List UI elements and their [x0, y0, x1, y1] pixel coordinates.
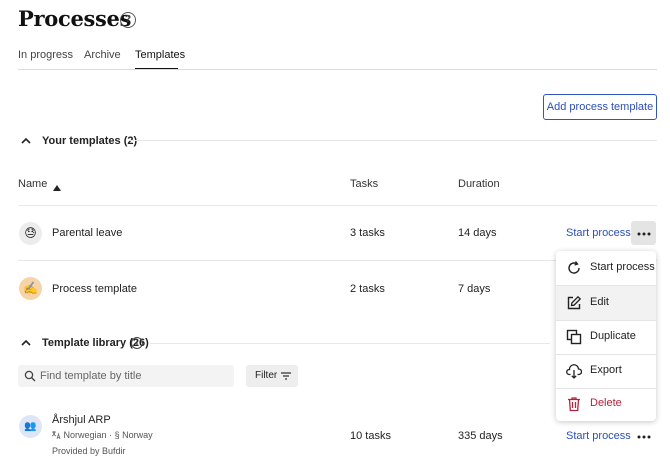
column-header-duration: Duration [458, 178, 500, 190]
menu-item-delete[interactable]: Delete [556, 387, 656, 421]
chevron-up-icon [21, 137, 31, 144]
provider-name: Bufdir [102, 446, 126, 456]
template-provider: Provided by Bufdir [52, 446, 126, 456]
meta-separator: · [109, 430, 113, 440]
info-icon[interactable]: i [131, 337, 143, 349]
your-templates-collapse-toggle[interactable] [20, 135, 32, 150]
column-header-tasks: Tasks [350, 178, 379, 190]
template-tasks: 3 tasks [350, 227, 385, 239]
filter-icon [281, 372, 291, 380]
template-tasks: 10 tasks [350, 430, 391, 442]
translate-icon [51, 431, 61, 440]
menu-item-export[interactable]: Export [556, 354, 656, 388]
menu-item-start-process[interactable]: Start process [556, 251, 656, 285]
column-header-name[interactable]: Name [18, 178, 47, 190]
template-duration: 7 days [458, 283, 491, 295]
menu-item-label: Export [590, 364, 622, 376]
menu-item-label: Edit [590, 296, 609, 308]
chevron-up-icon [21, 339, 31, 346]
edit-icon [567, 295, 582, 310]
sort-ascending-icon[interactable] [53, 180, 61, 194]
trash-icon [568, 397, 580, 412]
start-process-link[interactable]: Start process [566, 430, 631, 442]
filter-label: Filter [255, 370, 278, 381]
template-avatar: ✍️ [19, 277, 42, 300]
provided-by-label: Provided by [52, 446, 100, 456]
menu-item-label: Delete [590, 397, 622, 409]
template-law-country: Norway [122, 430, 153, 440]
law-icon: § [114, 430, 120, 440]
page-title: Processes [18, 6, 132, 31]
template-name: Parental leave [52, 227, 123, 239]
more-horizontal-icon [637, 232, 650, 236]
template-search-field[interactable] [18, 365, 234, 387]
tab-templates[interactable]: Templates [135, 49, 185, 69]
menu-item-label: Start process [590, 261, 655, 273]
section-divider [150, 343, 550, 344]
template-meta: Norwegian · § Norway [51, 430, 153, 440]
tabs-divider [18, 69, 657, 70]
template-language: Norwegian [63, 430, 107, 440]
help-icon[interactable]: ? [120, 12, 136, 28]
template-avatar: 👥 [19, 415, 42, 438]
search-input[interactable] [40, 365, 228, 387]
template-duration: 335 days [458, 430, 503, 442]
template-tasks: 2 tasks [350, 283, 385, 295]
more-horizontal-icon [637, 435, 650, 439]
duplicate-icon [566, 329, 582, 345]
more-options-button[interactable] [631, 221, 656, 245]
template-context-menu: Start process Edit Duplicate Export Dele… [556, 251, 656, 421]
your-templates-heading: Your templates (2) [42, 135, 138, 147]
menu-item-edit[interactable]: Edit [556, 286, 656, 320]
tab-in-progress[interactable]: In progress [18, 49, 73, 69]
tab-archive[interactable]: Archive [84, 49, 121, 69]
add-process-template-button[interactable]: Add process template [543, 94, 657, 120]
library-collapse-toggle[interactable] [20, 337, 32, 352]
start-process-link[interactable]: Start process [566, 227, 631, 239]
more-options-button[interactable] [631, 424, 656, 448]
export-icon [566, 364, 582, 379]
filter-button[interactable]: Filter [246, 365, 298, 387]
template-name: Årshjul ARP [52, 414, 111, 426]
template-avatar: 😓 [19, 222, 42, 245]
search-icon [24, 370, 36, 382]
template-duration: 14 days [458, 227, 497, 239]
section-divider [130, 140, 657, 141]
template-name: Process template [52, 283, 137, 295]
menu-item-label: Duplicate [590, 330, 636, 342]
menu-item-duplicate[interactable]: Duplicate [556, 320, 656, 354]
refresh-icon [568, 261, 580, 274]
